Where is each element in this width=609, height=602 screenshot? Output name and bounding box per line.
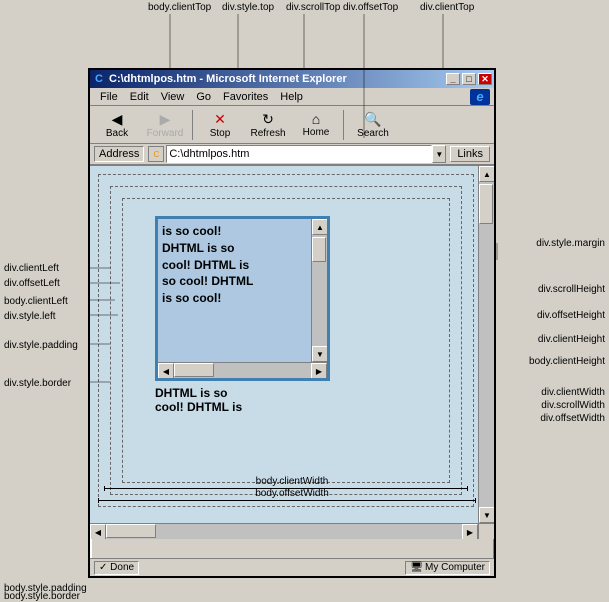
div-scrollbar-v: ▲ ▼ — [311, 219, 327, 362]
title-bar: C C:\dhtmlpos.htm - Microsoft Internet E… — [90, 70, 494, 88]
corner-piece — [478, 523, 494, 539]
menu-file[interactable]: File — [94, 90, 124, 104]
links-button[interactable]: Links — [450, 146, 490, 162]
main-scroll-left[interactable]: ◀ — [90, 524, 106, 539]
title-bar-left: C C:\dhtmlpos.htm - Microsoft Internet E… — [92, 72, 347, 86]
address-dropdown[interactable]: ▼ — [432, 145, 446, 163]
body-client-width-label: body.clientWidth — [256, 476, 329, 487]
annotation-div-client-width: div.clientWidth — [541, 387, 605, 398]
scrollable-div: is so cool! DHTML is so cool! DHTML is s… — [155, 216, 330, 381]
forward-label: Forward — [147, 128, 184, 139]
annotation-body-style-border: body.style.border — [4, 591, 80, 602]
main-h-track — [106, 524, 462, 539]
home-button[interactable]: ⌂ Home — [293, 108, 339, 142]
ie-logo: e — [470, 89, 490, 105]
v-scroll-thumb — [312, 237, 326, 262]
stop-icon: ✕ — [214, 111, 226, 128]
main-v-thumb — [479, 184, 493, 224]
status-zone-text: My Computer — [425, 562, 485, 573]
toolbar: ◀ Back ▶ Forward ✕ Stop ↻ Refresh ⌂ Home — [90, 106, 494, 144]
title-bar-buttons[interactable]: _ □ ✕ — [446, 73, 492, 85]
annotation-body-client-height: body.clientHeight — [529, 356, 605, 367]
menu-go[interactable]: Go — [190, 90, 217, 104]
forward-icon: ▶ — [160, 111, 171, 128]
annotation-div-offset-height: div.offsetHeight — [537, 310, 605, 321]
address-bar: Address C C:\dhtmlpos.htm ▼ Links — [90, 144, 494, 166]
annotation-div-offset-top: div.offsetTop — [343, 2, 398, 13]
main-scroll-right[interactable]: ▶ — [462, 524, 478, 539]
menu-edit[interactable]: Edit — [124, 90, 155, 104]
annotation-div-style-top: div.style.top — [222, 2, 274, 13]
address-input[interactable]: C:\dhtmlpos.htm — [166, 145, 432, 163]
menu-view[interactable]: View — [155, 90, 191, 104]
ie-icon: C — [92, 72, 106, 86]
annotation-div-client-height: div.clientHeight — [538, 334, 605, 345]
annotation-div-scroll-height: div.scrollHeight — [538, 284, 605, 295]
status-bar: ✓ Done 🖥 My Computer — [90, 558, 494, 576]
h-scroll-thumb — [174, 363, 214, 377]
annotation-div-offset-left: div.offsetLeft — [4, 278, 60, 289]
stop-button[interactable]: ✕ Stop — [197, 108, 243, 142]
scroll-down-button[interactable]: ▼ — [312, 346, 328, 362]
annotation-div-scroll-top: div.scrollTop — [286, 2, 340, 13]
annotation-div-scroll-width: div.scrollWidth — [541, 400, 605, 411]
search-icon: 🔍 — [364, 111, 381, 128]
refresh-label: Refresh — [250, 128, 285, 139]
body-offset-width-label: body.offsetWidth — [255, 488, 329, 499]
annotation-div-client-top: div.clientTop — [420, 2, 474, 13]
toolbar-separator-1 — [192, 110, 193, 140]
status-zone: 🖥 My Computer — [405, 561, 490, 575]
scroll-right-button[interactable]: ▶ — [311, 363, 327, 379]
page-icon: C — [148, 146, 164, 162]
scrollable-div-inner: is so cool! DHTML is so cool! DHTML is s… — [158, 219, 327, 378]
v-scroll-track — [312, 235, 327, 346]
refresh-button[interactable]: ↻ Refresh — [245, 108, 291, 142]
h-scroll-track — [174, 363, 311, 378]
back-icon: ◀ — [112, 111, 123, 128]
stop-label: Stop — [210, 128, 231, 139]
main-v-track — [479, 182, 494, 507]
main-scroll-down[interactable]: ▼ — [479, 507, 494, 523]
minimize-button[interactable]: _ — [446, 73, 460, 85]
menu-help[interactable]: Help — [274, 90, 309, 104]
diagram-area: body.clientTop div.style.top div.scrollT… — [0, 0, 609, 602]
annotation-div-offset-width: div.offsetWidth — [540, 413, 605, 424]
annotation-div-style-padding: div.style.padding — [4, 340, 78, 351]
toolbar-separator-2 — [343, 110, 344, 140]
div-content: is so cool! DHTML is so cool! DHTML is s… — [158, 219, 327, 311]
home-label: Home — [303, 127, 330, 138]
annotation-div-style-border: div.style.border — [4, 378, 71, 389]
scroll-left-button[interactable]: ◀ — [158, 363, 174, 379]
annotation-body-client-top: body.clientTop — [148, 2, 211, 13]
annotation-body-client-left: body.clientLeft — [4, 296, 68, 307]
main-h-thumb — [106, 524, 156, 538]
search-button[interactable]: 🔍 Search — [348, 108, 398, 142]
status-done: ✓ Done — [94, 561, 139, 575]
refresh-icon: ↻ — [262, 111, 274, 128]
below-div-content: DHTML is so cool! DHTML is — [155, 386, 242, 414]
main-scroll-up[interactable]: ▲ — [479, 166, 494, 182]
menu-favorites[interactable]: Favorites — [217, 90, 274, 104]
forward-button[interactable]: ▶ Forward — [142, 108, 188, 142]
maximize-button[interactable]: □ — [462, 73, 476, 85]
annotation-div-style-margin: div.style.margin — [536, 238, 605, 249]
address-label: Address — [94, 146, 144, 162]
close-button[interactable]: ✕ — [478, 73, 492, 85]
main-scrollbar-v: ▲ ▼ — [478, 166, 494, 523]
back-button[interactable]: ◀ Back — [94, 108, 140, 142]
div-scrollbar-h: ◀ ▶ — [158, 362, 327, 378]
back-label: Back — [106, 128, 128, 139]
search-label: Search — [357, 128, 389, 139]
scroll-up-button[interactable]: ▲ — [312, 219, 328, 235]
home-icon: ⌂ — [312, 111, 320, 127]
browser-content: is so cool! DHTML is so cool! DHTML is s… — [90, 166, 494, 539]
title-bar-text: C:\dhtmlpos.htm - Microsoft Internet Exp… — [109, 73, 347, 85]
annotation-div-client-left: div.clientLeft — [4, 263, 59, 274]
menu-bar: File Edit View Go Favorites Help e — [90, 88, 494, 106]
status-done-text: Done — [110, 562, 134, 573]
ie-browser-window: C C:\dhtmlpos.htm - Microsoft Internet E… — [88, 68, 496, 578]
main-scrollbar-h: ◀ ▶ — [90, 523, 478, 539]
annotation-div-style-left: div.style.left — [4, 311, 56, 322]
body-offset-width-line — [98, 500, 476, 501]
